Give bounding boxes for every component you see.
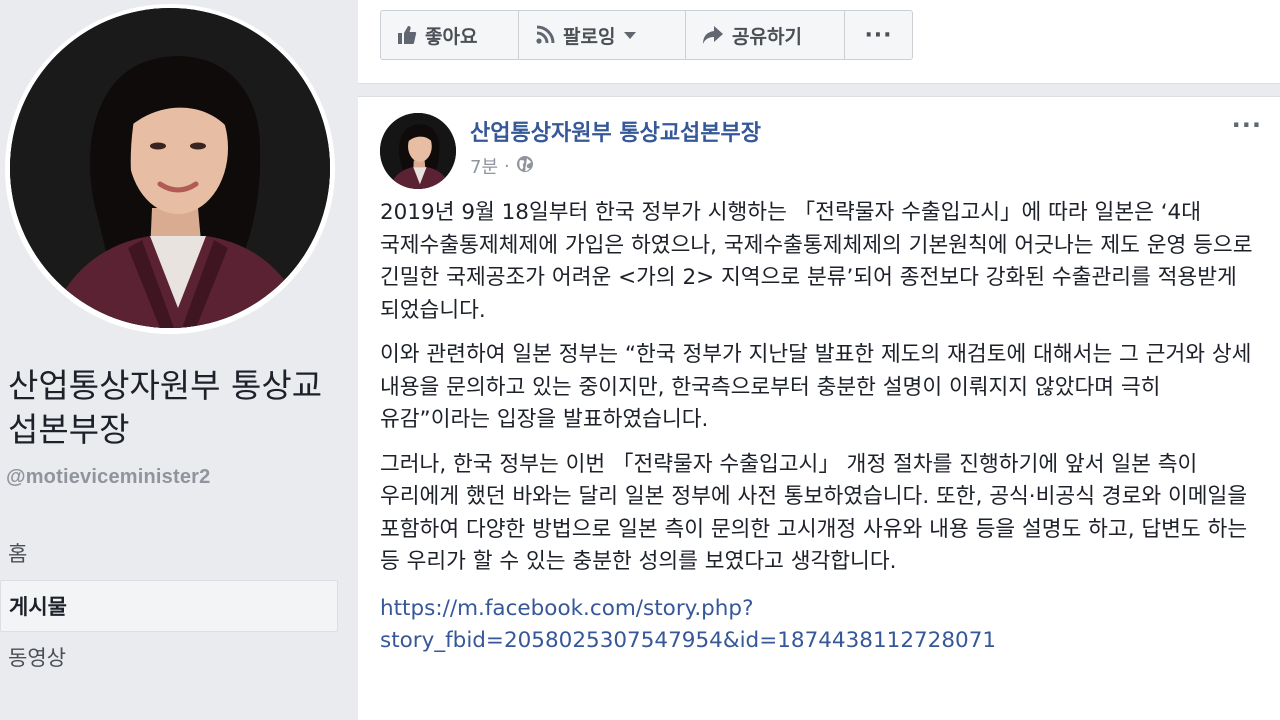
share-button-label: 공유하기 [732,25,802,48]
post-timestamp[interactable]: 7분 [470,153,498,179]
post-text: 2019년 9월 18일부터 한국 정부가 시행하는 「전략물자 수출입고시」에… [380,197,1260,670]
action-button-group: 좋아요 팔로잉 공유하기 ··· [380,10,913,60]
post-meta: 7분 · [470,153,534,179]
sidebar-item-posts[interactable]: 게시물 [0,580,338,632]
author-portrait-image [380,113,456,189]
post-author-avatar[interactable] [380,113,456,189]
thumbs-up-icon [397,25,417,45]
rss-feed-icon [535,25,555,45]
page-sidebar: 산업통상자원부 통상교섭본부장 @motieviceminister2 홈 게시… [0,0,358,720]
post-options-button[interactable]: ··· [1232,111,1262,139]
sidebar-nav: 홈 게시물 동영상 [0,528,338,684]
post-paragraph: 2019년 9월 18일부터 한국 정부가 시행하는 「전략물자 수출입고시」에… [380,200,1253,323]
post-author-name[interactable]: 산업통상자원부 통상교섭본부장 [470,115,761,147]
profile-photo[interactable] [10,8,330,328]
post-paragraph: 그러나, 한국 정부는 이번 「전략물자 수출입고시」 개정 절차를 진행하기에… [380,451,1248,575]
profile-portrait-image [10,8,330,328]
page-actions-bar: 좋아요 팔로잉 공유하기 ··· [358,0,1280,84]
post-card: 산업통상자원부 통상교섭본부장 7분 · ··· 2019년 9월 18일부터 … [358,96,1280,720]
like-button-label: 좋아요 [425,25,478,48]
sidebar-item-home[interactable]: 홈 [0,528,338,580]
post-paragraph: 이와 관련하여 일본 정부는 “한국 정부가 지난달 발표한 제도의 재검토에 … [380,342,1252,432]
page-username[interactable]: @motieviceminister2 [6,466,211,489]
like-button[interactable]: 좋아요 [381,11,519,59]
following-button[interactable]: 팔로잉 [519,11,686,59]
more-options-button[interactable]: ··· [845,11,912,59]
sidebar-item-videos[interactable]: 동영상 [0,632,338,684]
share-arrow-icon [702,25,724,45]
meta-separator: · [504,155,510,177]
caret-down-icon [623,30,637,40]
share-button[interactable]: 공유하기 [686,11,845,59]
page-title: 산업통상자원부 통상교섭본부장 [8,366,323,449]
globe-icon [516,155,534,178]
post-link[interactable]: https://m.facebook.com/story.php?story_f… [380,593,1260,658]
following-button-label: 팔로잉 [563,25,616,48]
